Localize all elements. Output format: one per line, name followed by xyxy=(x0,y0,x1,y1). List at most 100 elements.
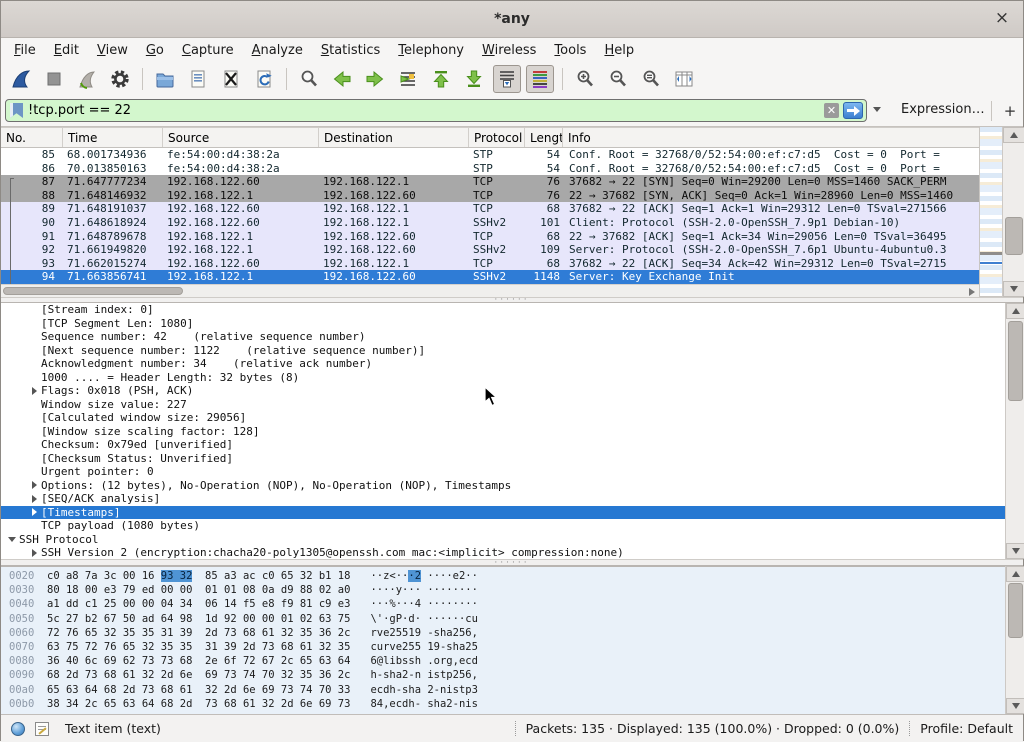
detail-line[interactable]: 1000 .... = Header Length: 32 bytes (8) xyxy=(1,371,1024,385)
column-header-info[interactable]: Info xyxy=(563,128,979,147)
detail-line[interactable]: Window size value: 227 xyxy=(1,398,1024,412)
hex-row[interactable]: 008036 40 6c 69 62 73 73 68 2e 6f 72 67 … xyxy=(1,654,1024,668)
vscroll-thumb[interactable] xyxy=(1008,321,1023,401)
detail-line[interactable]: Checksum: 0x79ed [unverified] xyxy=(1,438,1024,452)
scroll-down-arrow-icon[interactable] xyxy=(1006,698,1024,714)
reload-file-icon[interactable] xyxy=(250,65,278,93)
detail-line[interactable]: [TCP Segment Len: 1080] xyxy=(1,317,1024,331)
packet-row-selected[interactable]: 9471.663856741192.168.122.1192.168.122.6… xyxy=(1,270,979,284)
hex-row[interactable]: 003080 18 00 e3 79 ed 00 00 01 01 08 0a … xyxy=(1,583,1024,597)
intelligent-scrollbar-minimap[interactable] xyxy=(979,127,1002,297)
scroll-up-arrow-icon[interactable] xyxy=(1006,303,1024,319)
column-header-length[interactable]: Length xyxy=(525,128,563,147)
find-packet-magnifier-icon[interactable] xyxy=(295,65,323,93)
colorize-toggle-icon[interactable] xyxy=(526,65,554,93)
menu-go[interactable]: Go xyxy=(137,40,173,61)
start-capture-icon[interactable] xyxy=(7,65,35,93)
hex-row[interactable]: 009068 2d 73 68 61 32 2d 6e 69 73 74 70 … xyxy=(1,668,1024,682)
hex-row[interactable]: 0020c0 a8 7a 3c 00 16 93 32 85 a3 ac c0 … xyxy=(1,569,1024,583)
column-header-no[interactable]: No. xyxy=(1,128,63,147)
column-header-protocol[interactable]: Protocol xyxy=(469,128,525,147)
go-to-top-icon[interactable] xyxy=(427,65,455,93)
detail-line[interactable]: Options: (12 bytes), No-Operation (NOP),… xyxy=(1,479,1024,493)
display-filter-input[interactable] xyxy=(28,103,824,118)
close-file-icon[interactable] xyxy=(217,65,245,93)
detail-line-selected[interactable]: [Timestamps] xyxy=(1,506,1024,520)
scroll-up-arrow-icon[interactable] xyxy=(1003,127,1024,143)
column-header-destination[interactable]: Destination xyxy=(319,128,469,147)
go-to-bottom-icon[interactable] xyxy=(460,65,488,93)
expert-info-icon[interactable] xyxy=(11,722,25,736)
title-bar[interactable]: *any × xyxy=(1,1,1023,38)
menu-view[interactable]: View xyxy=(88,40,137,61)
filter-apply-icon[interactable] xyxy=(843,102,863,119)
status-profile[interactable]: Profile: Default xyxy=(920,721,1013,736)
hex-row[interactable]: 006072 76 65 32 35 35 31 39 2d 73 68 61 … xyxy=(1,626,1024,640)
hex-row[interactable]: 007063 75 72 76 65 32 35 35 31 39 2d 73 … xyxy=(1,640,1024,654)
menu-tools[interactable]: Tools xyxy=(545,40,595,61)
zoom-in-icon[interactable] xyxy=(571,65,599,93)
close-icon[interactable]: × xyxy=(991,7,1013,29)
display-filter-box[interactable]: ✕ xyxy=(5,99,867,122)
menu-statistics[interactable]: Statistics xyxy=(312,40,389,61)
restart-capture-icon[interactable] xyxy=(73,65,101,93)
menu-file[interactable]: File xyxy=(5,40,45,61)
save-file-icon[interactable] xyxy=(184,65,212,93)
hex-row[interactable]: 00b038 34 2c 65 63 64 68 2d 73 68 61 32 … xyxy=(1,697,1024,711)
hex-row[interactable]: 0040a1 dd c1 25 00 00 04 34 06 14 f5 e8 … xyxy=(1,597,1024,611)
detail-line[interactable]: [Window size scaling factor: 128] xyxy=(1,425,1024,439)
filter-history-caret-icon[interactable] xyxy=(873,107,881,112)
detail-line[interactable]: Sequence number: 42 (relative sequence n… xyxy=(1,330,1024,344)
packet-list-hscrollbar[interactable] xyxy=(1,284,979,297)
packet-list-vscrollbar[interactable] xyxy=(1002,127,1024,297)
hscroll-right-arrow-icon[interactable] xyxy=(969,288,975,296)
packet-row[interactable]: 9171.648789678192.168.122.1192.168.122.6… xyxy=(1,230,979,244)
menu-analyze[interactable]: Analyze xyxy=(243,40,312,61)
packet-row[interactable]: 9371.662015274192.168.122.60192.168.122.… xyxy=(1,257,979,271)
detail-line[interactable]: Flags: 0x018 (PSH, ACK) xyxy=(1,384,1024,398)
detail-line[interactable]: [SEQ/ACK analysis] xyxy=(1,492,1024,506)
expression-button[interactable]: Expression… xyxy=(901,102,985,117)
packet-row[interactable]: 8568.001734936fe:54:00:d4:38:2aSTP54Conf… xyxy=(1,148,979,162)
go-back-arrow-icon[interactable] xyxy=(328,65,356,93)
menu-edit[interactable]: Edit xyxy=(45,40,88,61)
go-forward-arrow-icon[interactable] xyxy=(361,65,389,93)
detail-line[interactable]: [Checksum Status: Unverified] xyxy=(1,452,1024,466)
scroll-up-arrow-icon[interactable] xyxy=(1006,566,1024,582)
column-header-source[interactable]: Source xyxy=(163,128,319,147)
packet-row[interactable]: 8971.648191037192.168.122.60192.168.122.… xyxy=(1,202,979,216)
detail-line[interactable]: [Stream index: 0] xyxy=(1,303,1024,317)
hscroll-thumb[interactable] xyxy=(3,287,183,295)
scroll-down-arrow-icon[interactable] xyxy=(1003,281,1024,297)
packet-row[interactable]: 8771.647777234192.168.122.60192.168.122.… xyxy=(1,175,979,189)
menu-capture[interactable]: Capture xyxy=(173,40,243,61)
packet-row[interactable]: 8871.648146932192.168.122.1192.168.122.6… xyxy=(1,189,979,203)
hex-row[interactable]: 00505c 27 b2 67 50 ad 64 98 1d 92 00 00 … xyxy=(1,612,1024,626)
vscroll-thumb[interactable] xyxy=(1008,583,1023,638)
vscroll-thumb[interactable] xyxy=(1005,217,1023,255)
details-vscrollbar[interactable] xyxy=(1005,303,1024,559)
hex-row[interactable]: 00a065 63 64 68 2d 73 68 61 32 2d 6e 69 … xyxy=(1,683,1024,697)
packet-row[interactable]: 9071.648618924192.168.122.60192.168.122.… xyxy=(1,216,979,230)
filter-clear-icon[interactable]: ✕ xyxy=(824,103,839,118)
capture-comment-icon[interactable] xyxy=(35,722,49,736)
auto-scroll-toggle-icon[interactable] xyxy=(493,65,521,93)
stop-capture-icon[interactable] xyxy=(40,65,68,93)
filter-add-button[interactable]: + xyxy=(1001,99,1019,123)
open-file-folder-icon[interactable] xyxy=(151,65,179,93)
go-to-packet-icon[interactable] xyxy=(394,65,422,93)
detail-line[interactable]: [Calculated window size: 29056] xyxy=(1,411,1024,425)
menu-wireless[interactable]: Wireless xyxy=(473,40,545,61)
pane-splitter[interactable]: ······ xyxy=(1,559,1023,566)
zoom-out-icon[interactable] xyxy=(604,65,632,93)
packet-row[interactable]: 9271.661949820192.168.122.1192.168.122.6… xyxy=(1,243,979,257)
resize-columns-icon[interactable] xyxy=(670,65,698,93)
scroll-down-arrow-icon[interactable] xyxy=(1006,543,1024,559)
packet-row[interactable]: 8670.013850163fe:54:00:d4:38:2aSTP54Conf… xyxy=(1,162,979,176)
detail-line[interactable]: TCP payload (1080 bytes) xyxy=(1,519,1024,533)
column-header-time[interactable]: Time xyxy=(63,128,163,147)
menu-telephony[interactable]: Telephony xyxy=(389,40,473,61)
detail-line[interactable]: Acknowledgment number: 34 (relative ack … xyxy=(1,357,1024,371)
detail-line[interactable]: SSH Protocol xyxy=(1,533,1024,547)
menu-help[interactable]: Help xyxy=(595,40,643,61)
